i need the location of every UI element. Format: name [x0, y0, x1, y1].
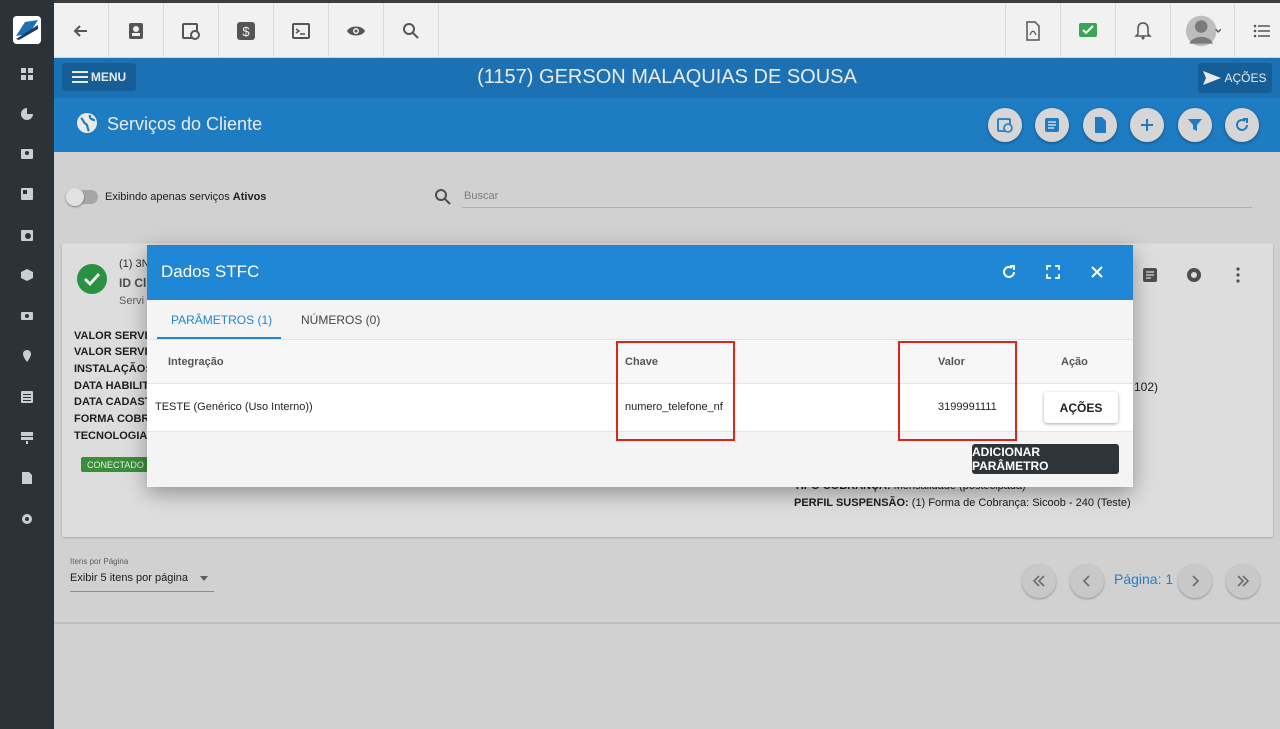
dialog-title: Dados STFC [161, 262, 260, 281]
sidebar [0, 0, 54, 729]
search-icon[interactable] [384, 3, 439, 58]
tasks-check-icon[interactable] [1060, 3, 1115, 58]
top-toolbar: $ [54, 0, 1280, 58]
dialog-header: Dados STFC [147, 245, 1133, 300]
tab-numeros[interactable]: NÚMEROS (0) [301, 313, 380, 327]
cash-icon[interactable] [19, 308, 35, 324]
list-icon[interactable] [19, 389, 35, 405]
location-icon[interactable] [19, 348, 35, 364]
row-actions-button[interactable]: AÇÕES [1044, 392, 1118, 423]
panel-icon[interactable] [19, 186, 35, 202]
bell-icon[interactable] [1115, 3, 1170, 58]
tab-parametros[interactable]: PARÂMETROS (1) [171, 313, 272, 327]
column-header: Ação [1061, 356, 1088, 368]
back-arrow-icon[interactable] [54, 3, 109, 58]
close-icon[interactable] [1088, 263, 1106, 281]
chave-highlight-box [616, 341, 735, 441]
chart-pie-icon[interactable] [19, 106, 35, 122]
terminal-icon[interactable] [274, 3, 329, 58]
pdf-icon[interactable] [1005, 3, 1060, 58]
valor-highlight-box [898, 341, 1017, 441]
add-parameter-button[interactable]: ADICIONAR PARÂMETRO [972, 444, 1119, 474]
settings-icon[interactable] [19, 511, 35, 527]
document-icon[interactable] [19, 470, 35, 486]
schedule-icon[interactable] [19, 227, 35, 243]
active-tab-indicator [157, 337, 281, 339]
refresh-icon[interactable] [1000, 263, 1018, 281]
contact-icon[interactable] [109, 3, 164, 58]
user-avatar[interactable] [1170, 3, 1234, 58]
integration-cell: TESTE (Genérico (Uso Interno)) [155, 401, 313, 413]
app-logo[interactable] [13, 16, 41, 44]
svg-text:$: $ [242, 24, 250, 39]
eye-icon[interactable] [329, 3, 384, 58]
dashboard-icon[interactable] [19, 66, 35, 82]
package-icon[interactable] [19, 267, 35, 283]
network-icon[interactable] [19, 430, 35, 446]
contact-card-icon[interactable] [19, 146, 35, 162]
dollar-icon[interactable]: $ [219, 3, 274, 58]
list-menu-icon[interactable] [1234, 3, 1280, 58]
dialog-tabs: PARÂMETROS (1) NÚMEROS (0) [147, 300, 1133, 340]
calendar-clock-icon[interactable] [164, 3, 219, 58]
fullscreen-icon[interactable] [1044, 263, 1062, 281]
column-header: Integração [168, 356, 224, 368]
